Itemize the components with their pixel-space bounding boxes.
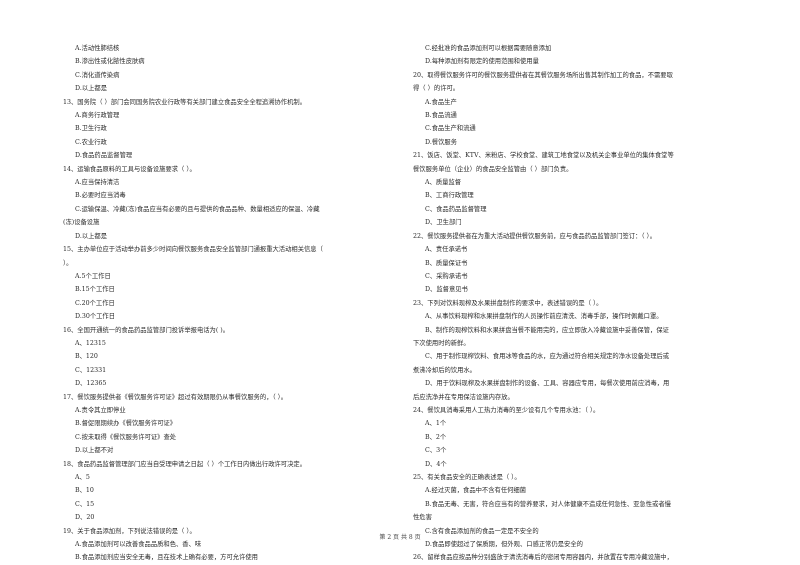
answer-option: B、制作的现榨饮料和水果拼盘当餐不能用完的，应立即放入冷藏设施中妥善保管，保证	[425, 326, 669, 334]
answer-option: A、质量监督	[425, 179, 462, 187]
answer-option: B、10	[75, 487, 94, 495]
question-text: 21、饭店、饭堂、KTV、米粉店、学校食堂、建筑工地食堂以及机关企事业单位的集体…	[413, 152, 674, 160]
answer-option: B.食品添加剂应当安全无毒，且在技术上确有必要，方可允许使用	[75, 554, 258, 562]
answer-option: A.经过灭菌，食品中不含有任何细菌	[425, 487, 527, 495]
answer-option: A、5	[75, 474, 90, 481]
answer-option: B.督促限期续办《餐饮服务许可证》	[75, 420, 177, 428]
answer-option: D、20	[75, 514, 95, 522]
answer-option: B.15个工作日	[75, 286, 115, 294]
answer-option: B、工商行政管理	[425, 192, 474, 200]
answer-option: C.消化道传染病	[75, 71, 120, 79]
answer-option: D、12365	[75, 380, 107, 388]
question-text: 26、留样食品应按品种分别盛放于清洗消毒后的密闭专用容器内，并放置在专用冷藏设施…	[413, 554, 673, 562]
text-continuation: 得（ ）的许可。	[413, 85, 460, 93]
question-text: 22、餐饮服务提供者在为重大活动提供餐饮服务前，应与食品药品监管部门签订：（ ）…	[413, 232, 656, 240]
answer-option: A、责任承诺书	[425, 246, 468, 254]
page-footer: 第 2 页 共 8 页	[379, 534, 421, 541]
question-text: 13、国务院（ ）部门会同国务院农业行政等有关部门建立食品安全全程追溯协作机制。	[63, 98, 306, 106]
answer-option: C、12331	[75, 366, 107, 374]
question-text: 15、主办单位应于活动举办前多少时间向餐饮服务食品安全监管部门通报重大活动相关信…	[63, 246, 323, 254]
answer-option: D、用于饮料现榨及水果拼盘制作的设备、工具、容器应专用，每餐次使用前应消毒，用	[425, 380, 670, 388]
answer-option: C.食品生产和流通	[425, 125, 476, 133]
answer-option: A.责令其立即停业	[75, 406, 126, 414]
answer-option: A.5个工作日	[75, 272, 111, 280]
right-column: C.经批准的食品添加剂可以根据需要随意添加 D.每种添加剂有限定的使用范围和使用量…	[413, 42, 758, 565]
answer-option: A.食品生产	[425, 98, 457, 106]
answer-option: D、卫生部门	[425, 219, 462, 227]
left-column: A.活动性肺结核 B.渗出性或化脓性皮肤病 C.消化道传染病 D.以上都是 13、国务院…	[63, 42, 408, 565]
answer-option: C、15	[75, 500, 95, 508]
answer-option: B.卫生行政	[75, 125, 107, 133]
question-text: 25、有关食品安全的正确表述是（ ）。	[413, 474, 521, 481]
answer-option: B.食品无毒、无害，符合应当有的营养要求，对人体健康不造成任何急性、亚急性或者慢	[425, 500, 671, 508]
answer-option: C、3个	[425, 447, 447, 455]
answer-option: C.农业行政	[75, 138, 107, 146]
answer-option: A.应当保持清洁	[75, 179, 120, 187]
text-continuation: 后应洗净并在专用保洁设施内存放。	[413, 393, 514, 401]
answer-option: B.必要时应当消毒	[75, 192, 126, 200]
answer-option: B.渗出性或化脓性皮肤病	[75, 58, 145, 66]
text-continuation: ）。	[63, 259, 73, 267]
answer-option: C、食品药品监督管理	[425, 205, 487, 213]
text-continuation: 煮沸冷却后的饮用水。	[413, 366, 476, 374]
answer-option: B、2个	[425, 433, 447, 441]
answer-option: D.以上都是	[75, 232, 108, 240]
question-text: 20、取得餐饮服务许可的餐饮服务提供者在其餐饮服务场所出售其制作加工的食品，不需…	[413, 71, 673, 79]
text-continuation: (冻)设备设施	[63, 219, 100, 227]
answer-option: C.经批准的食品添加剂可以根据需要随意添加	[425, 45, 552, 52]
answer-option: C.20个工作日	[75, 299, 115, 307]
answer-option: A.商务行政管理	[75, 112, 120, 120]
answer-option: B、质量保证书	[425, 259, 468, 267]
answer-option: A、12315	[75, 339, 106, 347]
text-continuation: 餐饮服务单位（企业）的食品安全监管由（ ）部门负责。	[413, 165, 573, 173]
answer-option: D.餐饮服务	[425, 138, 458, 146]
question-text: 18、食品药品监督管理部门应当自受理申请之日起（ ）个工作日内做出行政许可决定。	[63, 460, 306, 468]
text-continuation: 性危害	[413, 514, 432, 522]
answer-option: B.食品流通	[425, 112, 457, 120]
answer-option: B、120	[75, 353, 98, 361]
answer-option: D.30个工作日	[75, 313, 116, 321]
answer-option: C.运输保温、冷藏(冻)食品应当有必要的且与提供的食品品种、数量相适应的保温、冷…	[75, 205, 320, 213]
question-text: 23、下列对饮料现榨及水果拼盘制作的要求中，表述错误的是（ ）。	[413, 299, 603, 307]
answer-option: C、用于制作现榨饮料、食用冰等食品的水，应为通过符合相关规定的净水设备处理后或	[425, 353, 670, 361]
answer-option: D、监督意见书	[425, 286, 468, 294]
answer-option: A、从事饮料现榨和水果拼盘制作的人员操作前应清洗、消毒手部，操作时佩戴口罩。	[425, 313, 663, 321]
question-text: 24、餐饮具消毒采用人工热力消毒的至少设有几个专用水池：（ ）。	[413, 406, 600, 414]
answer-option: D.每种添加剂有限定的使用范围和使用量	[425, 58, 539, 66]
answer-option: D.以上都是	[75, 85, 108, 93]
question-text: 17、餐饮服务提供者《餐饮服务许可证》超过有效期限仍从事餐饮服务的，（ ）。	[63, 393, 288, 401]
document-page: A.活动性肺结核 B.渗出性或化脓性皮肤病 C.消化道传染病 D.以上都是 13、国务院…	[0, 0, 800, 565]
answer-option: D.以上都不对	[75, 447, 114, 455]
answer-option: C.按未取得《餐饮服务许可证》查处	[75, 433, 177, 441]
answer-option: A、1个	[425, 420, 447, 428]
answer-option: A.活动性肺结核	[75, 45, 120, 52]
question-text: 14、运输食品原料的工具与设备设施要求（ ）。	[63, 165, 196, 173]
text-continuation: 下次使用时的新鲜。	[413, 339, 470, 347]
answer-option: C、采购承诺书	[425, 272, 468, 280]
answer-option: D、4个	[425, 460, 447, 468]
answer-option: D.食品药品监督管理	[75, 152, 133, 160]
question-text: 16、全国开通统一的食品药品监管部门投诉举报电话为( )。	[63, 326, 230, 334]
